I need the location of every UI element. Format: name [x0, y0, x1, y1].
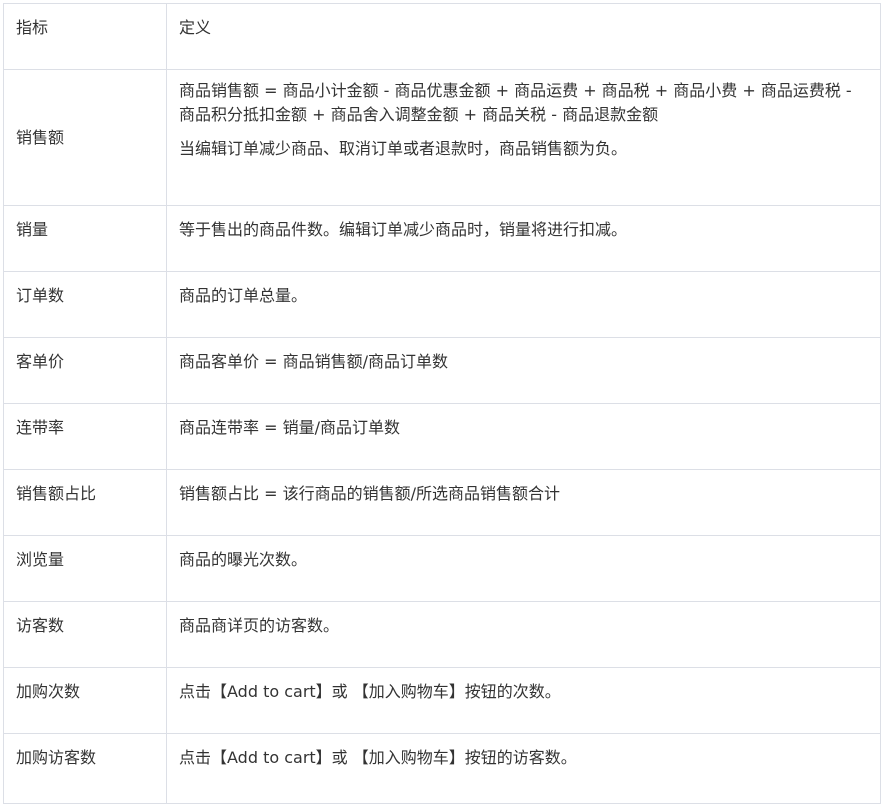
metric-definition: 等于售出的商品件数。编辑订单减少商品时，销量将进行扣减。 — [167, 206, 881, 271]
metric-name: 加购次数 — [4, 668, 167, 733]
table-row: 访客数 商品商详页的访客数。 — [4, 602, 881, 668]
metric-name: 加购访客数 — [4, 734, 167, 803]
table-row: 客单价 商品客单价 = 商品销售额/商品订单数 — [4, 338, 881, 404]
metric-definition: 点击【Add to cart】或 【加入购物车】按钮的访客数。 — [167, 734, 881, 803]
metric-name: 销售额 — [4, 70, 167, 205]
metric-name-text: 销售额 — [16, 127, 65, 147]
table-row: 销量 等于售出的商品件数。编辑订单减少商品时，销量将进行扣减。 — [4, 206, 881, 272]
metric-name: 访客数 — [4, 602, 167, 667]
metric-definition: 点击【Add to cart】或 【加入购物车】按钮的次数。 — [167, 668, 881, 733]
metric-definition: 商品连带率 = 销量/商品订单数 — [167, 404, 881, 469]
table-row: 连带率 商品连带率 = 销量/商品订单数 — [4, 404, 881, 470]
metric-name: 客单价 — [4, 338, 167, 403]
metric-definition: 商品商详页的访客数。 — [167, 602, 881, 667]
metric-definition: 商品客单价 = 商品销售额/商品订单数 — [167, 338, 881, 403]
table-row: 销售额占比 销售额占比 = 该行商品的销售额/所选商品销售额合计 — [4, 470, 881, 536]
table-row: 销售额 商品销售额 = 商品小计金额 - 商品优惠金额 + 商品运费 + 商品税… — [4, 70, 881, 206]
header-metric: 指标 — [4, 4, 167, 69]
metric-definition: 商品销售额 = 商品小计金额 - 商品优惠金额 + 商品运费 + 商品税 + 商… — [167, 70, 881, 205]
metric-name: 销量 — [4, 206, 167, 271]
table-row: 订单数 商品的订单总量。 — [4, 272, 881, 338]
table-row: 加购访客数 点击【Add to cart】或 【加入购物车】按钮的访客数。 — [4, 734, 881, 804]
metric-definition: 销售额占比 = 该行商品的销售额/所选商品销售额合计 — [167, 470, 881, 535]
metric-name: 销售额占比 — [4, 470, 167, 535]
metric-name: 连带率 — [4, 404, 167, 469]
definition-formula: 商品销售额 = 商品小计金额 - 商品优惠金额 + 商品运费 + 商品税 + 商… — [179, 81, 852, 124]
definition-note: 当编辑订单减少商品、取消订单或者退款时，商品销售额为负。 — [179, 139, 628, 158]
metrics-definition-table: 指标 定义 销售额 商品销售额 = 商品小计金额 - 商品优惠金额 + 商品运费… — [3, 3, 881, 804]
header-definition: 定义 — [167, 4, 881, 69]
metric-name: 订单数 — [4, 272, 167, 337]
table-row: 浏览量 商品的曝光次数。 — [4, 536, 881, 602]
table-header-row: 指标 定义 — [4, 4, 881, 70]
metric-name: 浏览量 — [4, 536, 167, 601]
metric-definition: 商品的曝光次数。 — [167, 536, 881, 601]
table-row: 加购次数 点击【Add to cart】或 【加入购物车】按钮的次数。 — [4, 668, 881, 734]
metric-definition: 商品的订单总量。 — [167, 272, 881, 337]
